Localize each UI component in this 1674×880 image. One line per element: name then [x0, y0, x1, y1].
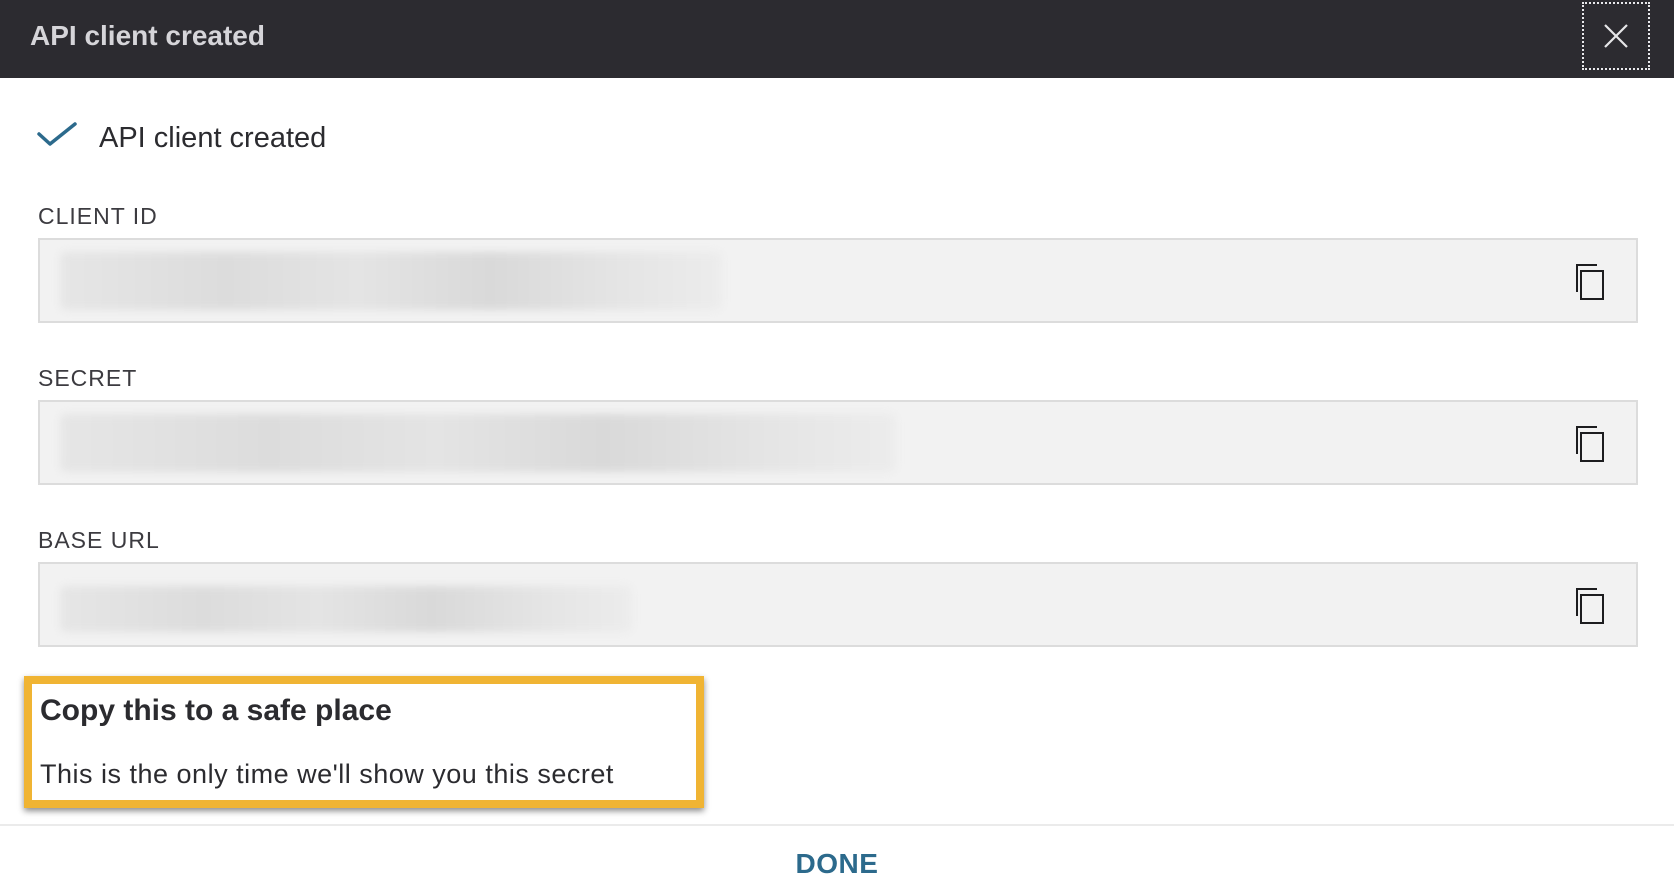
- modal-header: API client created: [0, 0, 1674, 78]
- footer-divider: [0, 824, 1674, 826]
- success-text: API client created: [99, 122, 327, 154]
- client-id-field[interactable]: [38, 238, 1638, 323]
- copy-icon[interactable]: [1572, 423, 1608, 465]
- warning-callout: Copy this to a safe place This is the on…: [24, 676, 704, 808]
- check-icon: [37, 122, 77, 146]
- copy-icon[interactable]: [1572, 261, 1608, 303]
- done-button[interactable]: DONE: [0, 848, 1674, 880]
- close-button[interactable]: [1582, 2, 1650, 70]
- secret-value: [60, 414, 896, 472]
- secret-field[interactable]: [38, 400, 1638, 485]
- modal-title: API client created: [30, 20, 265, 51]
- client-id-label: CLIENT ID: [38, 203, 158, 229]
- base-url-field[interactable]: [38, 562, 1638, 647]
- warning-text: This is the only time we'll show you thi…: [40, 759, 614, 789]
- client-id-value: [60, 252, 722, 310]
- copy-icon[interactable]: [1572, 585, 1608, 627]
- base-url-label: BASE URL: [38, 527, 160, 553]
- secret-label: SECRET: [38, 365, 138, 391]
- base-url-value: [60, 586, 632, 632]
- close-icon: [1604, 24, 1628, 48]
- warning-title: Copy this to a safe place: [40, 694, 392, 727]
